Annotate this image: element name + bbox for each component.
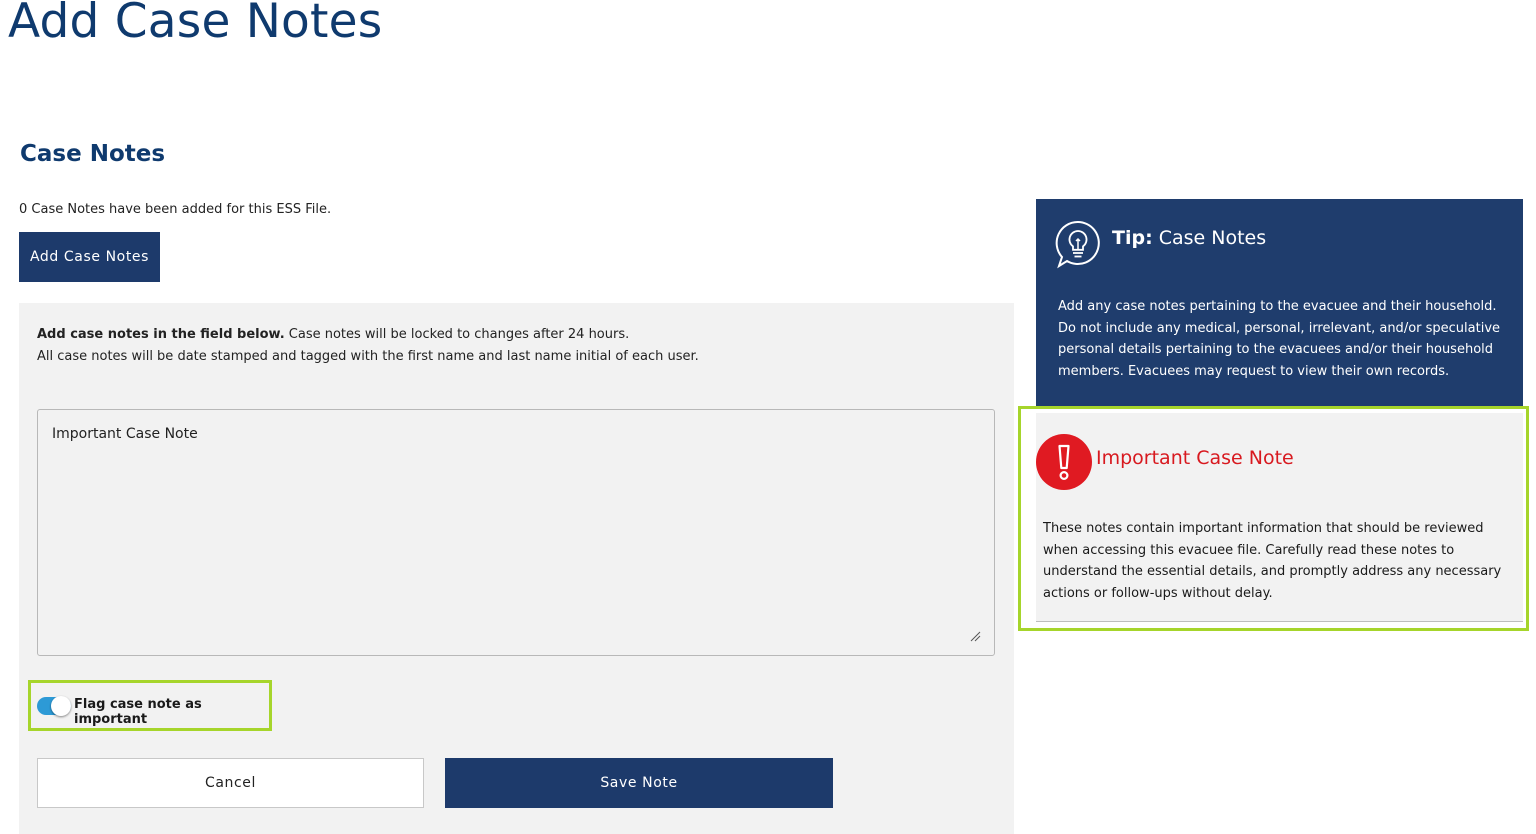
instructions-line-2: All case notes will be date stamped and …: [37, 349, 699, 364]
resize-handle-icon[interactable]: [969, 630, 981, 642]
case-note-form: Add case notes in the field below. Case …: [19, 303, 1014, 834]
page-title: Add Case Notes: [8, 0, 383, 49]
tip-title: Tip: Case Notes: [1112, 227, 1266, 249]
add-case-notes-button[interactable]: Add Case Notes: [19, 232, 160, 282]
tip-panel: Tip: Case Notes Add any case notes perta…: [1036, 199, 1523, 406]
important-note-title: Important Case Note: [1096, 447, 1294, 469]
important-note-highlight: Important Case Note These notes contain …: [1018, 406, 1529, 631]
exclamation-icon: [1036, 434, 1092, 490]
lightbulb-icon: [1055, 220, 1100, 269]
important-note-body: These notes contain important informatio…: [1043, 521, 1502, 601]
toggle-knob: [51, 696, 71, 716]
instructions-line-1: Add case notes in the field below. Case …: [37, 324, 699, 346]
flag-important-highlight: Flag case note as important: [28, 680, 272, 731]
case-note-textarea[interactable]: Important Case Note: [37, 409, 995, 656]
important-note-card: Important Case Note These notes contain …: [1036, 413, 1523, 622]
cancel-button[interactable]: Cancel: [37, 758, 424, 808]
tip-title-bold: Tip:: [1112, 227, 1153, 249]
flag-important-toggle[interactable]: [37, 696, 71, 716]
save-note-button[interactable]: Save Note: [445, 758, 833, 808]
flag-important-label[interactable]: Flag case note as important: [74, 697, 269, 727]
form-instructions: Add case notes in the field below. Case …: [37, 324, 699, 368]
tip-body: Add any case notes pertaining to the eva…: [1058, 299, 1501, 379]
instructions-rest: Case notes will be locked to changes aft…: [284, 327, 630, 342]
section-title: Case Notes: [20, 141, 166, 167]
tip-title-rest: Case Notes: [1152, 227, 1267, 249]
instructions-bold: Add case notes in the field below.: [37, 327, 285, 342]
case-notes-count: 0 Case Notes have been added for this ES…: [19, 202, 332, 217]
